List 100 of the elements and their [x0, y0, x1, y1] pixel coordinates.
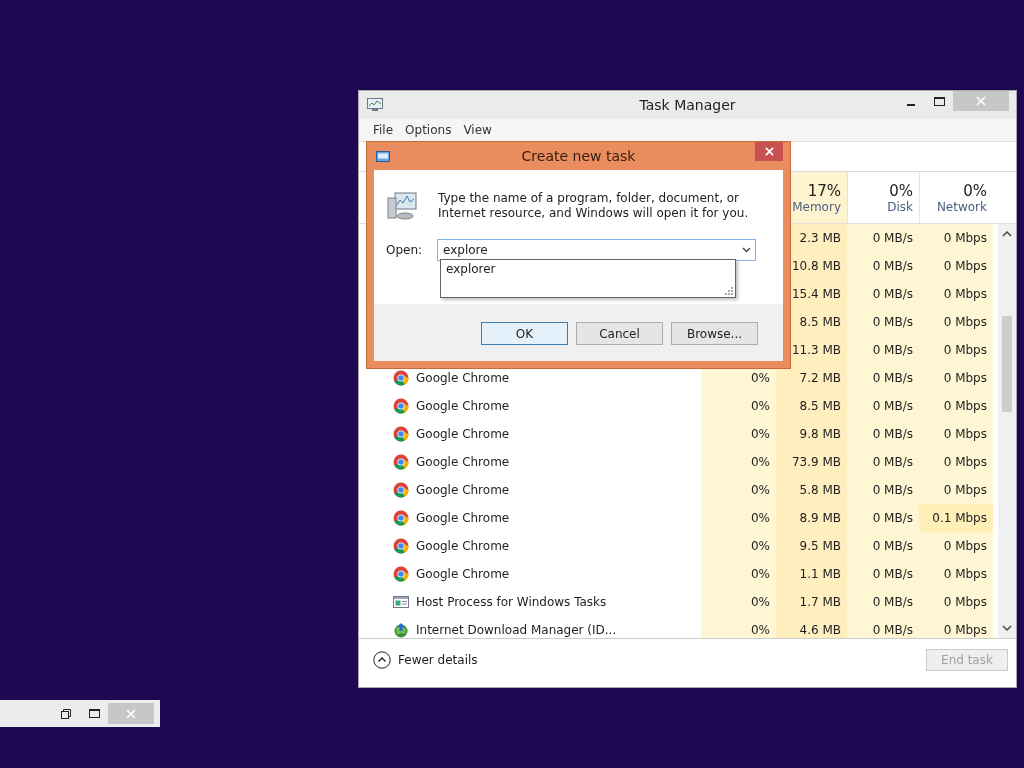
disk-value: 0 MB/s — [872, 595, 913, 609]
chrome-icon — [393, 510, 409, 526]
fewer-details-button[interactable]: Fewer details — [373, 651, 478, 669]
scrollbar[interactable] — [998, 224, 1016, 638]
window-icon — [393, 594, 409, 610]
chrome-icon — [393, 482, 409, 498]
dialog-button[interactable]: Browse... — [671, 322, 758, 345]
caret-icon[interactable] — [742, 247, 751, 253]
open-label: Open: — [386, 243, 424, 257]
maximize-icon — [933, 96, 945, 106]
process-name: Google Chrome — [416, 483, 510, 497]
monitor-icon — [367, 98, 383, 112]
network-value: 0 Mbps — [943, 455, 987, 469]
menu-item[interactable]: File — [367, 123, 400, 137]
disk-value: 0 MB/s — [872, 399, 913, 413]
disk-value: 0 MB/s — [872, 455, 913, 469]
cpu-value: 0% — [750, 539, 770, 553]
cpu-value: 0% — [750, 483, 770, 497]
memory-value: 10.8 MB — [791, 259, 841, 273]
disk-value: 0 MB/s — [872, 231, 913, 245]
chevron-up-icon — [373, 651, 391, 669]
column-header[interactable]: 0% Disk — [847, 172, 919, 223]
disk-value: 0 MB/s — [872, 259, 913, 273]
process-name: Google Chrome — [416, 511, 510, 525]
disk-value: 0 MB/s — [872, 427, 913, 441]
close-icon — [126, 708, 136, 719]
network-value: 0 Mbps — [943, 623, 987, 637]
memory-value: 15.4 MB — [791, 287, 841, 301]
scrollbar-thumb[interactable] — [1002, 316, 1012, 412]
disk-value: 0 MB/s — [872, 539, 913, 553]
network-value: 0 Mbps — [943, 399, 987, 413]
minimized-window[interactable] — [0, 700, 160, 727]
disk-value: 0 MB/s — [872, 371, 913, 385]
cpu-value: 0% — [750, 511, 770, 525]
close-button[interactable] — [755, 142, 783, 161]
network-value: 0 Mbps — [943, 371, 987, 385]
process-name: Google Chrome — [416, 539, 510, 553]
autocomplete-item[interactable]: explorer — [441, 260, 735, 278]
memory-value: 7.2 MB — [799, 371, 841, 385]
network-value: 0 Mbps — [943, 231, 987, 245]
network-value: 0 Mbps — [943, 539, 987, 553]
network-value: 0 Mbps — [943, 595, 987, 609]
network-value: 0 Mbps — [943, 343, 987, 357]
menu-item[interactable]: View — [457, 123, 498, 137]
minimize-icon — [907, 104, 915, 106]
restore-icon — [61, 708, 71, 719]
dialog-button[interactable]: OK — [481, 322, 568, 345]
network-value: 0 Mbps — [943, 567, 987, 581]
memory-value: 11.3 MB — [791, 343, 841, 357]
process-name: Google Chrome — [416, 567, 510, 581]
disk-value: 0 MB/s — [872, 343, 913, 357]
open-combobox[interactable]: explore — [437, 239, 756, 261]
close-icon — [764, 147, 774, 156]
window-title: Task Manager — [639, 97, 736, 113]
dialog-message: Type the name of a program, folder, document, or Internet resource, and Windows will open it for you. — [438, 191, 750, 221]
memory-value: 8.9 MB — [799, 511, 841, 525]
network-value: 0 Mbps — [943, 315, 987, 329]
maximize-icon — [88, 709, 100, 718]
cpu-value: 0% — [750, 623, 770, 637]
chrome-icon — [393, 398, 409, 414]
process-name: Google Chrome — [416, 455, 510, 469]
chrome-icon — [393, 538, 409, 554]
memory-value: 2.3 MB — [799, 231, 841, 245]
dialog-button[interactable]: Cancel — [576, 322, 663, 345]
scroll-down-icon[interactable] — [1002, 624, 1012, 632]
disk-value: 0 MB/s — [872, 511, 913, 525]
memory-value: 9.8 MB — [799, 427, 841, 441]
chrome-icon — [393, 370, 409, 386]
memory-value: 1.7 MB — [799, 595, 841, 609]
process-name: Google Chrome — [416, 399, 510, 413]
computer-icon — [386, 190, 418, 222]
memory-value: 73.9 MB — [791, 455, 841, 469]
network-value: 0 Mbps — [943, 427, 987, 441]
menu-item[interactable]: Options — [399, 123, 458, 137]
process-name: Google Chrome — [416, 371, 510, 385]
disk-value: 0 MB/s — [872, 567, 913, 581]
chrome-icon — [393, 566, 409, 582]
network-value: 0 Mbps — [943, 483, 987, 497]
network-value: 0 Mbps — [943, 259, 987, 273]
process-name: Internet Download Manager (ID... — [416, 623, 617, 637]
chrome-icon — [393, 426, 409, 442]
process-name: Google Chrome — [416, 427, 510, 441]
cpu-value: 0% — [750, 427, 770, 441]
resize-grip-icon[interactable] — [724, 286, 733, 295]
disk-value: 0 MB/s — [872, 623, 913, 637]
chrome-icon — [393, 454, 409, 470]
disk-value: 0 MB/s — [872, 315, 913, 329]
run-icon — [376, 150, 390, 162]
dialog-title: Create new task — [521, 148, 636, 164]
cpu-value: 0% — [750, 371, 770, 385]
memory-value: 9.5 MB — [799, 539, 841, 553]
cpu-value: 0% — [750, 455, 770, 469]
column-header[interactable]: 0% Network — [919, 172, 993, 223]
memory-value: 1.1 MB — [799, 567, 841, 581]
memory-value: 4.6 MB — [799, 623, 841, 637]
disk-value: 0 MB/s — [872, 287, 913, 301]
process-name: Host Process for Windows Tasks — [416, 595, 607, 609]
network-value: 0.1 Mbps — [932, 511, 987, 525]
scroll-up-icon[interactable] — [1002, 230, 1012, 238]
cpu-value: 0% — [750, 595, 770, 609]
